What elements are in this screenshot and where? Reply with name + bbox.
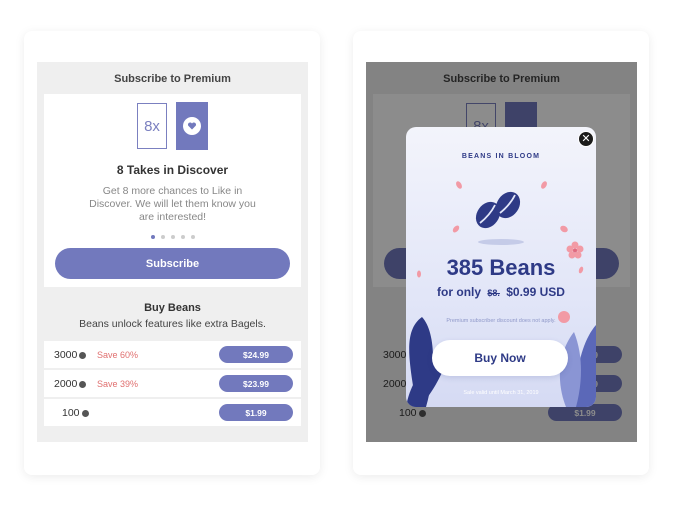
price-button[interactable]: $24.99	[219, 346, 293, 363]
price-button[interactable]: $23.99	[219, 375, 293, 392]
heart-tile	[176, 102, 208, 150]
modal-headline: 385 Beans	[446, 255, 556, 280]
bean-icon	[79, 380, 87, 388]
new-price: $0.99 USD	[506, 285, 565, 299]
feature-description: Get 8 more chances to Like in Discover. …	[44, 185, 301, 224]
carousel-dot[interactable]	[170, 235, 175, 239]
carousel-dot[interactable]	[150, 235, 155, 239]
close-button[interactable]: ✕	[578, 131, 594, 147]
8x-label: 8x	[144, 117, 160, 135]
page-title: Subscribe to Premium	[114, 73, 231, 85]
bean-icon	[475, 191, 521, 229]
desc-line: are interested!	[138, 211, 207, 223]
bean-amount: 3000	[54, 349, 87, 361]
bean-icon	[79, 351, 87, 359]
desc-line: Get 8 more chances to Like in	[102, 185, 243, 197]
bean-row: 100 $1.99	[44, 399, 301, 426]
8x-tile: 8x	[137, 103, 167, 149]
save-label: Save 60%	[97, 350, 139, 360]
feature-card: 8x 8 Takes in Discover Get 8 more chance…	[44, 94, 301, 287]
heart-icon	[183, 117, 201, 135]
price-button[interactable]: $1.99	[219, 404, 293, 421]
close-icon: ✕	[581, 132, 591, 145]
beans-title: Buy Beans	[144, 302, 201, 314]
carousel-dots	[44, 235, 301, 239]
bean-icon	[81, 409, 89, 417]
desc-line: Discover. We will let them know you	[89, 198, 256, 210]
left-screen: Subscribe to Premium 8x 8 Takes in Disco…	[37, 62, 308, 442]
carousel-dot[interactable]	[180, 235, 185, 239]
modal-price-line: for only $8. $0.99 USD	[406, 285, 596, 299]
old-price: $8.	[487, 288, 500, 298]
promo-modal: BEANS IN BLOOM 385 Beans for only $8. $0…	[406, 127, 596, 407]
bean-amount: 2000	[54, 378, 87, 390]
beans-subtitle: Beans unlock features like extra Bagels.	[79, 318, 266, 330]
feature-title: 8 Takes in Discover	[116, 163, 229, 177]
buy-now-button[interactable]: Buy Now	[432, 340, 568, 376]
bean-amount: 100	[62, 407, 89, 419]
bean-row: 3000 Save 60% $24.99	[44, 341, 301, 368]
price-prefix: for only	[437, 285, 482, 299]
subscribe-button[interactable]: Subscribe	[55, 248, 290, 279]
save-label: Save 39%	[97, 379, 139, 389]
bean-row: 2000 Save 39% $23.99	[44, 370, 301, 397]
fine-print: Premium subscriber discount does not app…	[446, 318, 556, 324]
sale-validity: Sale valid until March 31, 2019	[463, 390, 539, 396]
carousel-dot[interactable]	[190, 235, 195, 239]
carousel-dot[interactable]	[160, 235, 165, 239]
